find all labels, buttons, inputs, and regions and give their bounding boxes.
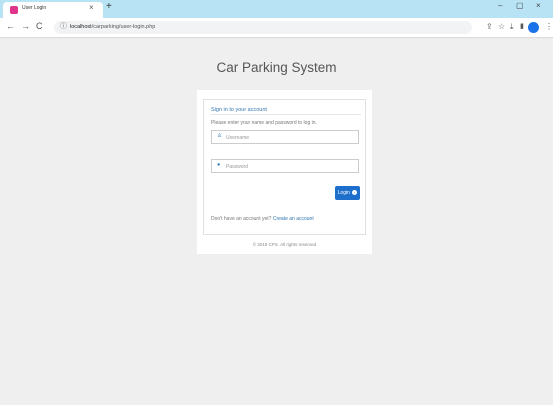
share-icon[interactable]: ⇪ [486, 23, 493, 31]
username-input[interactable] [226, 133, 354, 142]
download-icon[interactable]: ⤓ [510, 23, 514, 31]
new-tab-icon[interactable]: + [106, 2, 112, 12]
url-host: localhost [70, 24, 92, 30]
password-field[interactable]: ● [211, 159, 359, 173]
minimize-icon[interactable]: – [498, 2, 502, 10]
login-button[interactable]: Login › [335, 186, 360, 200]
profile-avatar[interactable] [528, 22, 539, 33]
create-account-link[interactable]: Create an account [273, 216, 314, 222]
page-title: Car Parking System [216, 60, 337, 75]
login-card: Sign in to your account Please enter you… [197, 90, 372, 254]
address-url: localhost/carparking/user-login.php [70, 24, 155, 30]
forward-icon[interactable]: → [21, 22, 30, 31]
favicon-icon [10, 6, 18, 14]
tab-title: User Login [22, 5, 47, 11]
menu-icon[interactable]: ⋮ [545, 23, 553, 31]
login-button-label: Login [337, 190, 350, 196]
user-icon: ♙ [217, 133, 222, 139]
browser-tab-strip: User Login × + – ▢ × [0, 0, 553, 18]
sidebar-icon[interactable]: ▮ [520, 23, 524, 30]
browser-tab[interactable]: User Login × [3, 2, 103, 18]
signup-text: Don't have an account yet? [211, 216, 272, 222]
url-path: /carparking/user-login.php [91, 24, 156, 30]
username-field[interactable]: ♙ [211, 130, 359, 144]
lock-icon: ● [217, 162, 221, 168]
reload-icon[interactable]: C [36, 22, 43, 31]
browser-toolbar: ← → C ⓘ localhost/carparking/user-login.… [0, 18, 553, 38]
copyright-footer: © 2019 CPS. All rights reserved [252, 242, 317, 247]
arrow-right-circle-icon: › [352, 190, 358, 195]
back-icon[interactable]: ← [6, 22, 15, 31]
maximize-icon[interactable]: ▢ [516, 2, 524, 10]
star-icon[interactable]: ☆ [498, 23, 505, 31]
password-input[interactable] [226, 162, 354, 171]
signup-prompt: Don't have an account yet? Create an acc… [211, 216, 314, 222]
address-bar[interactable]: ⓘ localhost/carparking/user-login.php [54, 21, 472, 34]
login-instructions: Please enter your name and password to l… [211, 120, 317, 126]
page-content: Car Parking System Sign in to your accou… [0, 39, 553, 405]
tab-close-icon[interactable]: × [89, 4, 94, 12]
panel-heading: Sign in to your account [211, 107, 267, 113]
login-panel: Sign in to your account Please enter you… [203, 99, 366, 235]
window-close-icon[interactable]: × [536, 2, 541, 10]
panel-divider [211, 114, 361, 115]
info-icon[interactable]: ⓘ [60, 23, 67, 30]
